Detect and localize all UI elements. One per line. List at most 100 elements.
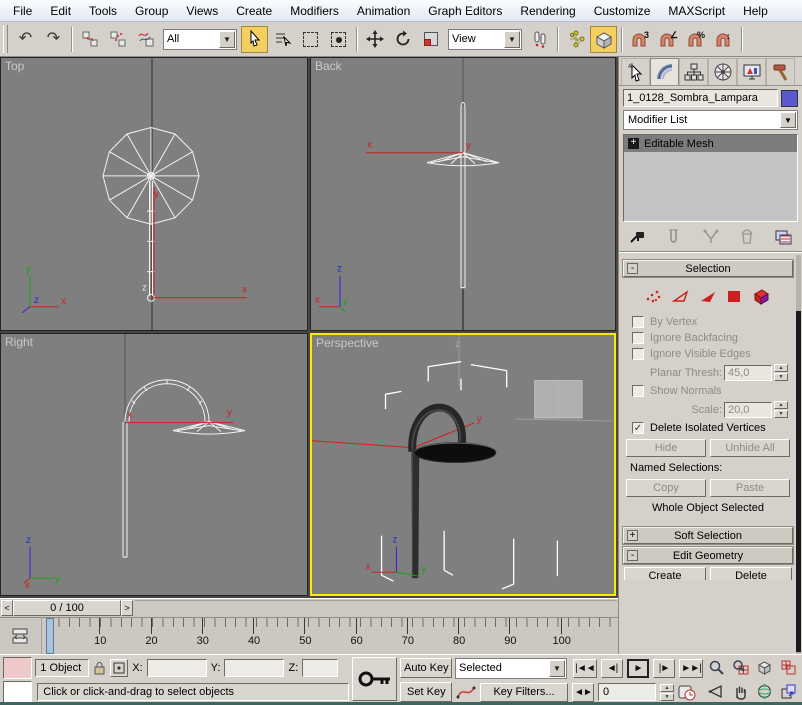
object-name-field[interactable]: 1_0128_Sombra_Lampara — [623, 89, 778, 107]
viewport-perspective-label[interactable]: Perspective — [316, 336, 379, 350]
listener-macro-line[interactable] — [3, 657, 32, 679]
time-slider-handle[interactable]: 0 / 100 — [13, 600, 121, 616]
selection-rollout-header[interactable]: - Selection — [623, 260, 793, 277]
show-end-result-icon[interactable] — [667, 229, 681, 245]
arc-rotate-button[interactable] — [753, 680, 776, 703]
play-button[interactable]: ► — [627, 659, 649, 678]
next-frame-button[interactable]: |► — [653, 659, 675, 678]
planar-thresh-field[interactable]: 45,0 — [724, 365, 772, 381]
z-coordinate-field[interactable] — [302, 659, 338, 677]
current-frame-marker[interactable] — [46, 618, 54, 654]
x-coordinate-field[interactable] — [147, 659, 207, 677]
zoom-extents-all-button[interactable] — [777, 656, 800, 679]
by-vertex-checkbox-row[interactable]: By Vertex — [632, 316, 792, 328]
menu-item[interactable]: Tools — [80, 0, 126, 21]
viewport-right-label[interactable]: Right — [5, 335, 33, 349]
spinner-snap-toggle-button[interactable]: ↕ — [710, 26, 737, 53]
ignore-visible-edges-checkbox-row[interactable]: Ignore Visible Edges — [632, 348, 792, 360]
select-by-name-button[interactable] — [269, 26, 296, 53]
collapse-icon[interactable]: - — [627, 263, 638, 274]
face-subobject-icon[interactable] — [699, 288, 717, 304]
undo-button[interactable]: ↶ — [12, 26, 39, 53]
reference-coordinate-system-dropdown[interactable]: View ▼ — [448, 29, 522, 50]
min-max-toggle-button[interactable] — [777, 680, 800, 703]
menu-item[interactable]: Create — [227, 0, 281, 21]
viewport-top[interactable]: Top y x z y x — [0, 57, 308, 331]
zoom-extents-button[interactable] — [753, 656, 776, 679]
set-key-button[interactable]: Set Key — [400, 682, 452, 702]
soft-selection-rollout-header[interactable]: + Soft Selection — [623, 527, 793, 544]
checkbox[interactable] — [632, 348, 644, 360]
frame-spinner[interactable]: ▲▼ — [660, 684, 674, 701]
snaps-toggle-button[interactable] — [590, 26, 617, 53]
tab-utilities[interactable] — [766, 58, 795, 85]
use-pivot-point-center-button[interactable] — [526, 26, 553, 53]
time-slider-prev-button[interactable]: < — [1, 600, 13, 616]
menu-item[interactable]: Graph Editors — [419, 0, 511, 21]
menu-item[interactable]: Rendering — [511, 0, 584, 21]
collapse-icon[interactable]: - — [627, 550, 638, 561]
menu-item[interactable]: Modifiers — [281, 0, 348, 21]
menu-item[interactable]: Help — [734, 0, 777, 21]
key-filters-button[interactable]: Key Filters... — [480, 683, 568, 702]
menu-item[interactable]: Views — [177, 0, 227, 21]
zoom-button[interactable] — [705, 656, 728, 679]
scale-field[interactable]: 20,0 — [724, 402, 772, 418]
auto-key-button[interactable]: Auto Key — [400, 658, 452, 678]
key-mode-toggle-button[interactable]: ◄► — [572, 683, 594, 702]
listener-script-line[interactable] — [3, 681, 32, 703]
tab-motion[interactable] — [708, 58, 737, 85]
checkbox[interactable] — [632, 316, 644, 328]
track-bar-ruler[interactable]: 0102030405060708090100 — [42, 618, 618, 654]
selection-lock-icon[interactable] — [93, 660, 106, 676]
current-frame-field[interactable]: 0 — [598, 683, 656, 701]
edit-geometry-rollout-header[interactable]: - Edit Geometry — [623, 547, 793, 564]
unhide-all-button[interactable]: Unhide All — [710, 439, 790, 457]
modifier-stack-list[interactable]: + Editable Mesh — [623, 134, 798, 222]
checkbox[interactable] — [632, 385, 644, 397]
scale-spinner[interactable]: ▲▼ — [774, 401, 788, 418]
modifier-list-dropdown[interactable]: Modifier List ▼ — [623, 110, 798, 130]
stack-item-editable-mesh[interactable]: + Editable Mesh — [624, 135, 797, 152]
delete-button[interactable]: Delete — [710, 567, 792, 580]
make-unique-icon[interactable] — [702, 229, 720, 245]
expand-icon[interactable]: + — [627, 530, 638, 541]
polygon-subobject-icon[interactable] — [726, 288, 743, 304]
create-button[interactable]: Create — [624, 567, 706, 580]
viewport-right[interactable]: Right x y z x y — [0, 333, 308, 596]
redo-button[interactable]: ↷ — [40, 26, 67, 53]
percent-snap-toggle-button[interactable]: % — [682, 26, 709, 53]
bind-to-space-warp-button[interactable] — [132, 26, 159, 53]
select-and-manipulate-button[interactable] — [562, 26, 589, 53]
dropdown-arrow-icon[interactable]: ▼ — [504, 31, 520, 48]
edge-subobject-icon[interactable] — [672, 288, 690, 304]
tab-create[interactable] — [621, 58, 650, 85]
rectangular-selection-region-button[interactable] — [297, 26, 324, 53]
time-slider-track[interactable] — [135, 600, 617, 616]
unlink-selection-button[interactable] — [104, 26, 131, 53]
select-and-move-button[interactable] — [361, 26, 388, 53]
tab-display[interactable] — [737, 58, 766, 85]
zoom-all-button[interactable] — [729, 656, 752, 679]
select-object-button[interactable] — [241, 26, 268, 53]
go-to-end-button[interactable]: ►►| — [679, 659, 703, 678]
pan-button[interactable] — [729, 680, 752, 703]
field-of-view-button[interactable] — [705, 680, 728, 703]
checkbox[interactable] — [632, 332, 644, 344]
element-subobject-icon[interactable] — [752, 288, 771, 305]
toolbar-handle[interactable] — [3, 25, 8, 53]
dropdown-arrow-icon[interactable]: ▼ — [549, 660, 565, 677]
select-and-link-button[interactable] — [76, 26, 103, 53]
key-mode-dropdown[interactable]: Selected ▼ — [455, 658, 567, 679]
time-configuration-icon[interactable] — [678, 684, 696, 701]
go-to-start-button[interactable]: |◄◄ — [573, 659, 597, 678]
menu-item[interactable]: Customize — [585, 0, 660, 21]
pin-stack-icon[interactable] — [629, 229, 647, 245]
object-color-swatch[interactable] — [781, 90, 798, 107]
paste-button[interactable]: Paste — [710, 479, 790, 497]
viewport-back-label[interactable]: Back — [315, 59, 342, 73]
menu-item[interactable]: MAXScript — [659, 0, 734, 21]
selection-filter-dropdown[interactable]: All ▼ — [163, 29, 237, 50]
tab-hierarchy[interactable] — [679, 58, 708, 85]
y-coordinate-field[interactable] — [224, 659, 284, 677]
